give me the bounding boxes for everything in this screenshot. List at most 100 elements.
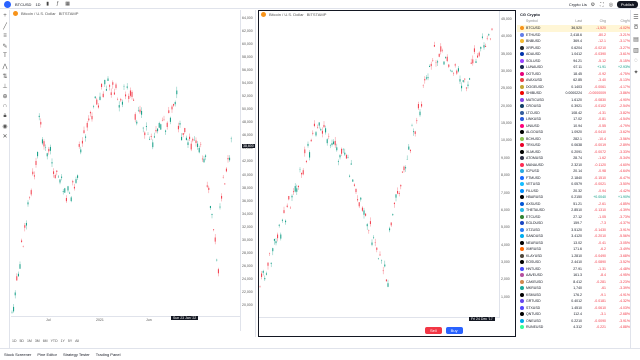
chat-icon[interactable]: ◌ — [632, 57, 640, 65]
bottom-tab[interactable]: Strategy Tester — [63, 352, 90, 357]
eye-icon[interactable]: ◉ — [1, 122, 9, 130]
timeframe-button[interactable]: All — [75, 339, 79, 343]
timeframe-button[interactable]: 1M — [27, 339, 32, 343]
timeframe-button[interactable]: 1D — [12, 339, 16, 343]
col-chg[interactable]: Chg — [582, 19, 606, 25]
fullscreen-icon[interactable]: ⛶ — [599, 2, 605, 8]
timeframe-button[interactable]: 3M — [35, 339, 40, 343]
price-tick: 28,000 — [242, 250, 253, 255]
watchlist-chg: -0.0830 — [594, 97, 606, 102]
trendline-icon[interactable]: ╱ — [1, 22, 9, 30]
coin-icon — [520, 325, 524, 330]
timeframe-button[interactable]: 5D — [19, 339, 23, 343]
watchlist-sym: ADAUSD — [526, 52, 541, 57]
layout-name[interactable]: Crypto Lis — [569, 2, 587, 7]
pattern-icon[interactable]: ⋀ — [1, 62, 9, 70]
coin-icon — [520, 240, 524, 245]
col-last[interactable]: Last — [552, 19, 582, 25]
candle-body — [440, 46, 442, 52]
candle-body — [275, 241, 277, 244]
brush-icon[interactable]: ✎ — [1, 42, 9, 50]
right-price-chart[interactable] — [259, 17, 497, 317]
price-tick: 9,000 — [501, 155, 510, 160]
price-tick: 20,000 — [242, 302, 253, 307]
candle-body — [59, 179, 61, 183]
coin-icon — [520, 286, 524, 291]
publish-button[interactable]: Publish — [616, 1, 638, 8]
watchlist-last: 0.0579 — [571, 182, 582, 187]
text-icon[interactable]: T — [1, 52, 9, 60]
right-price-axis[interactable]: 45,000 40,000 35,000 30,000 25,000 20,000 15,0… — [499, 11, 515, 318]
trash-icon[interactable]: ✕ — [1, 132, 9, 140]
bottom-tab[interactable]: Pine Editor — [37, 352, 57, 357]
price-tick: 22,000 — [242, 289, 253, 294]
symbol-logo-icon[interactable] — [4, 0, 11, 8]
coin-icon — [520, 253, 524, 258]
alerts-icon[interactable]: ⏰︎ — [632, 24, 640, 32]
watchlist-sym: DOGEUSD — [526, 84, 544, 89]
crosshair-icon[interactable]: + — [1, 12, 9, 20]
watchlist-columns: Symbol Last Chg Chg% — [517, 19, 630, 25]
watchlist-title[interactable]: CG Crypto — [517, 10, 630, 19]
right-date-axis[interactable] — [259, 317, 499, 323]
timeframe-button[interactable]: 1Y — [61, 339, 65, 343]
timeframe-button[interactable]: YTD — [51, 339, 58, 343]
ruler-icon[interactable]: ⊥ — [1, 82, 9, 90]
buy-button[interactable]: Buy — [445, 327, 463, 334]
candle-body — [421, 104, 423, 107]
watchlist-pct: -5.56% — [618, 234, 630, 239]
ideas-icon[interactable]: ✦ — [632, 68, 640, 76]
candle-body — [373, 237, 375, 239]
forecast-icon[interactable]: ⇅ — [1, 72, 9, 80]
watchlist-row[interactable]: RUNEUSD 4.312 -0.221 -4.88% — [517, 324, 630, 331]
candle-body — [323, 124, 325, 128]
candle-body — [400, 184, 402, 187]
data-window-icon[interactable]: ▤ — [632, 35, 640, 43]
candle-body — [429, 66, 431, 67]
watchlist-pct: -2.68% — [618, 312, 630, 317]
col-chg-pct[interactable]: Chg% — [606, 19, 630, 25]
left-chart-pane[interactable]: Bitcoin / U.S. Dollar BITSTAMP 64,000 62,… — [11, 10, 256, 337]
watchlist-chg: -0.0410 — [594, 130, 606, 135]
bottom-tab[interactable]: Stock Screener — [4, 352, 31, 357]
left-price-axis[interactable]: 64,000 62,000 60,000 58,000 56,000 54,000 52,0… — [240, 10, 256, 331]
watchlist-icon[interactable]: ☰ — [632, 13, 640, 21]
indicators-icon[interactable]: ƒ — [55, 1, 61, 7]
price-tick: 30,000 — [501, 69, 512, 74]
timeframe-button[interactable]: 6M — [43, 339, 48, 343]
news-icon[interactable]: ▥ — [632, 46, 640, 54]
watchlist-sym: NEARUSD — [526, 240, 544, 245]
candle-body — [51, 162, 53, 164]
candle-body — [363, 210, 365, 215]
watchlist-chg: -0.0090 — [594, 318, 606, 323]
lock-icon[interactable]: 🔒︎ — [1, 112, 9, 120]
coin-icon — [520, 175, 524, 180]
sell-button[interactable]: Sell — [425, 327, 442, 334]
watchlist-sym: ALGOUSD — [526, 130, 544, 135]
fib-icon[interactable]: ≡ — [1, 32, 9, 40]
watchlist-last: 20.14 — [573, 169, 582, 174]
watchlist-chg: -0.55 — [598, 123, 606, 128]
left-date-axis[interactable]: Jul 2021 Jun — [11, 316, 240, 322]
candle-body — [360, 197, 362, 200]
coin-icon — [520, 201, 524, 206]
candle-body — [277, 234, 279, 239]
camera-icon[interactable]: ◎ — [608, 2, 614, 8]
candles-icon[interactable]: ▮ — [45, 1, 51, 7]
symbol-search-button[interactable]: BTCUSD — [15, 2, 31, 7]
zoom-icon[interactable]: ⊕ — [1, 92, 9, 100]
timeframe-button[interactable]: 5Y — [68, 339, 72, 343]
col-symbol[interactable]: Symbol — [517, 19, 552, 25]
candle-body — [475, 61, 477, 63]
coin-icon — [520, 117, 524, 122]
settings-icon[interactable]: ⚙ — [590, 2, 596, 8]
watchlist-chg: -2.61 — [598, 201, 606, 206]
magnet-icon[interactable]: ∩ — [1, 102, 9, 110]
bottom-tab[interactable]: Trading Panel — [96, 352, 121, 357]
left-price-chart[interactable] — [11, 16, 236, 331]
layout-icon[interactable]: ▦ — [65, 1, 71, 7]
watchlist-sym: AAVEUSD — [526, 273, 543, 278]
interval-button[interactable]: 1D — [35, 2, 40, 7]
coin-icon — [520, 32, 524, 37]
right-chart-pane[interactable]: Bitcoin / U.S. Dollar BITSTAMP 45,000 40,… — [258, 10, 516, 337]
